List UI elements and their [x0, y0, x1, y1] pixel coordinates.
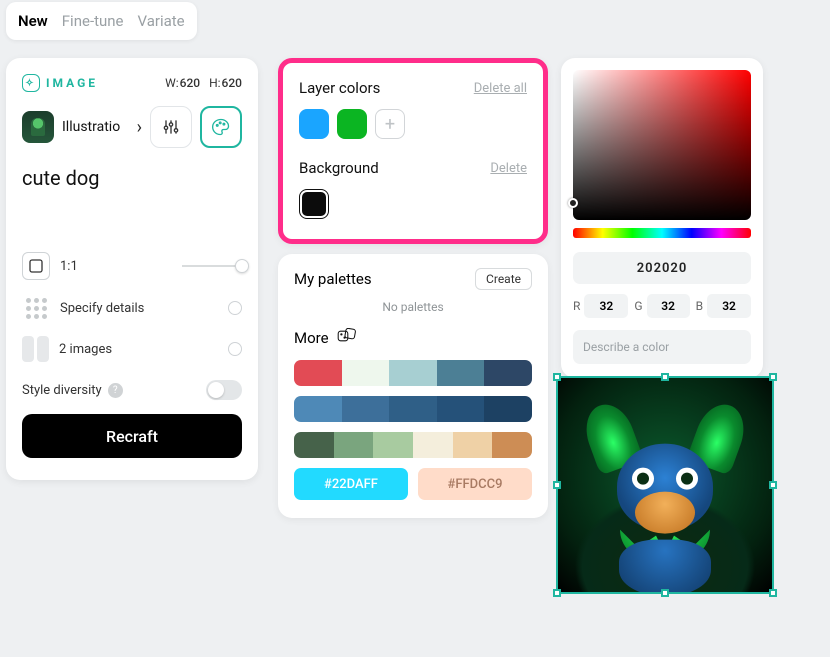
specify-details-knob[interactable]	[228, 301, 242, 315]
tab-finetune[interactable]: Fine-tune	[62, 12, 124, 30]
resize-handle[interactable]	[553, 589, 561, 597]
specify-details-label: Specify details	[60, 301, 144, 316]
top-tabs: New Fine-tune Variate	[6, 2, 197, 40]
images-count-label: 2 images	[59, 342, 112, 357]
tab-new[interactable]: New	[18, 12, 48, 30]
resize-handle[interactable]	[769, 589, 777, 597]
tab-variate[interactable]: Variate	[138, 12, 185, 30]
prompt-input[interactable]: cute dog	[22, 166, 242, 238]
delete-link[interactable]: Delete	[490, 161, 527, 176]
g-label: G	[634, 299, 642, 313]
details-icon	[22, 294, 50, 322]
resize-handle[interactable]	[553, 373, 561, 381]
category-label: Illustratio	[62, 119, 120, 135]
sliders-button[interactable]	[150, 106, 192, 148]
palettes-section: My palettes Create No palettes More #22D…	[278, 254, 548, 518]
sliders-icon	[161, 117, 181, 137]
r-input[interactable]: 32	[584, 294, 628, 318]
help-icon[interactable]: ?	[108, 383, 123, 398]
images-icon	[22, 336, 49, 362]
style-diversity-toggle[interactable]	[206, 380, 242, 400]
images-count-row[interactable]: 2 images	[22, 336, 242, 362]
dice-icon[interactable]	[337, 328, 357, 348]
add-swatch-button[interactable]: +	[375, 109, 405, 139]
image-mode-icon: ✧	[22, 74, 40, 92]
no-palettes-msg: No palettes	[294, 300, 532, 314]
hex-input[interactable]: 202020	[573, 252, 751, 284]
colors-panel: Layer colors Delete all + Background Del…	[278, 58, 548, 518]
create-palette-button[interactable]: Create	[475, 268, 532, 290]
generated-image-selection[interactable]	[556, 376, 774, 594]
palette-strip[interactable]	[294, 432, 532, 458]
generated-image[interactable]	[558, 378, 772, 592]
resize-handle[interactable]	[769, 373, 777, 381]
aspect-slider-knob[interactable]	[235, 259, 249, 273]
color-chip[interactable]: #FFDCC9	[418, 468, 532, 500]
delete-all-link[interactable]: Delete all	[474, 81, 527, 96]
r-label: R	[573, 299, 580, 313]
more-title: More	[294, 329, 329, 347]
layer-swatch[interactable]	[299, 109, 329, 139]
resize-handle[interactable]	[769, 481, 777, 489]
aspect-icon	[22, 252, 50, 280]
style-thumbnail[interactable]	[22, 111, 54, 143]
resize-handle[interactable]	[661, 373, 669, 381]
palette-strip[interactable]	[294, 360, 532, 386]
b-label: B	[696, 299, 703, 313]
dimensions-readout[interactable]: W:620 H:620	[165, 76, 242, 90]
prompt-panel: ✧ IMAGE W:620 H:620 Illustratio › cute d…	[6, 58, 258, 480]
layer-swatch-row: +	[299, 109, 527, 139]
layer-swatch[interactable]	[337, 109, 367, 139]
palette-button[interactable]	[200, 106, 242, 148]
highlighted-section: Layer colors Delete all + Background Del…	[278, 58, 548, 244]
hue-slider[interactable]	[573, 228, 751, 238]
sv-picker-knob[interactable]	[568, 198, 578, 208]
chevron-right-icon: ›	[137, 117, 142, 138]
mode-indicator[interactable]: ✧ IMAGE	[22, 74, 98, 92]
layer-colors-title: Layer colors	[299, 79, 380, 97]
resize-handle[interactable]	[553, 481, 561, 489]
my-palettes-title: My palettes	[294, 270, 372, 288]
aspect-label: 1:1	[60, 259, 78, 274]
palette-strip[interactable]	[294, 396, 532, 422]
category-selector[interactable]: Illustratio ›	[62, 117, 142, 138]
specify-details-row[interactable]: Specify details	[22, 294, 242, 322]
describe-color-input[interactable]: Describe a color	[573, 330, 751, 364]
sv-picker-area[interactable]	[573, 70, 751, 220]
background-title: Background	[299, 159, 379, 177]
style-diversity-label: Style diversity	[22, 383, 102, 398]
palette-icon	[211, 117, 231, 137]
recraft-button[interactable]: Recraft	[22, 414, 242, 458]
b-input[interactable]: 32	[707, 294, 751, 318]
aspect-ratio-row[interactable]: 1:1	[22, 252, 242, 280]
background-swatch[interactable]	[299, 189, 329, 219]
g-input[interactable]: 32	[647, 294, 690, 318]
color-chip[interactable]: #22DAFF	[294, 468, 408, 500]
mode-label: IMAGE	[46, 76, 98, 90]
resize-handle[interactable]	[661, 589, 669, 597]
color-picker-panel: 202020 R 32 G 32 B 32 Describe a color	[561, 58, 763, 378]
images-count-knob[interactable]	[228, 342, 242, 356]
